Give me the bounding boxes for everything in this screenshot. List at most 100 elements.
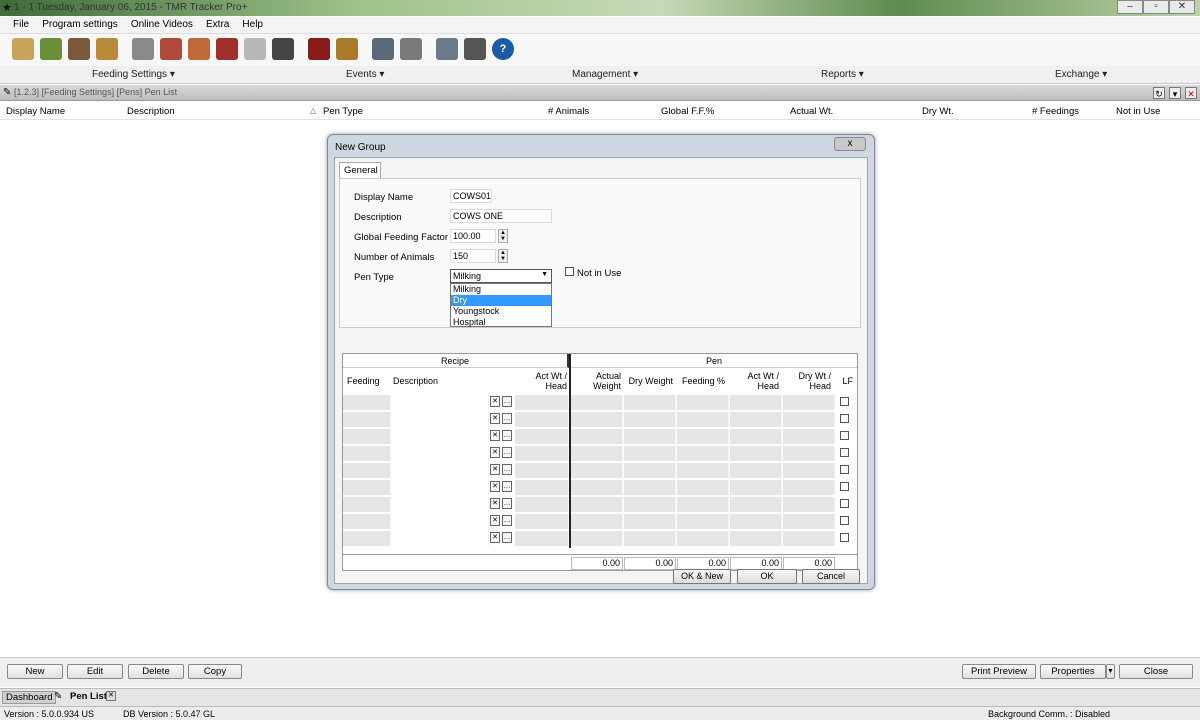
menu-program-settings[interactable]: Program settings <box>37 17 123 32</box>
help-icon[interactable]: ? <box>492 38 514 60</box>
col-dry-wt[interactable]: Dry Wt. <box>922 106 954 117</box>
description-cell[interactable] <box>391 395 489 410</box>
clear-icon[interactable]: ✕ <box>490 413 500 424</box>
browse-icon[interactable]: … <box>502 413 512 424</box>
settings-icon[interactable] <box>400 38 422 60</box>
col-pen-type[interactable]: Pen Type <box>323 106 363 117</box>
pen-type-select[interactable]: Milking ▼ <box>450 269 552 283</box>
lf-checkbox[interactable] <box>840 516 849 525</box>
col-actual-wt[interactable]: Actual Wt. <box>790 106 833 117</box>
browse-icon[interactable]: … <box>502 396 512 407</box>
ribbon-exchange[interactable]: Exchange ▾ <box>1055 69 1107 80</box>
clear-icon[interactable]: ✕ <box>490 532 500 543</box>
clear-icon[interactable]: ✕ <box>490 481 500 492</box>
clear-icon[interactable]: ✕ <box>490 430 500 441</box>
clear-icon[interactable]: ✕ <box>490 464 500 475</box>
milk-bottle-icon[interactable] <box>244 38 266 60</box>
refresh-icon[interactable]: ↻ <box>1153 87 1165 99</box>
lf-checkbox[interactable] <box>840 482 849 491</box>
lf-checkbox[interactable] <box>840 533 849 542</box>
description-cell[interactable] <box>391 497 489 512</box>
pin-window-icon[interactable]: ▾ <box>1169 87 1181 99</box>
feeding-cell[interactable] <box>343 531 391 546</box>
print-preview-button[interactable]: Print Preview <box>962 664 1036 679</box>
tab-dashboard[interactable]: Dashboard <box>2 691 57 704</box>
edit-button[interactable]: Edit <box>67 664 123 679</box>
tab-pen-list[interactable]: Pen List <box>70 691 107 702</box>
lf-checkbox[interactable] <box>840 414 849 423</box>
ribbon-reports[interactable]: Reports ▾ <box>821 69 864 80</box>
browse-icon[interactable]: … <box>502 464 512 475</box>
ribbon-feeding-settings[interactable]: Feeding Settings ▾ <box>92 69 175 80</box>
dialog-close-button[interactable]: x <box>834 137 866 151</box>
lf-checkbox[interactable] <box>840 431 849 440</box>
animals-field[interactable]: 150 <box>450 249 496 263</box>
option-youngstock[interactable]: Youngstock <box>451 306 551 317</box>
act-wt-head-col-header[interactable]: Act Wt / Head <box>527 369 569 393</box>
wagon-icon[interactable] <box>336 38 358 60</box>
feeding-cell[interactable] <box>343 514 391 529</box>
feed-ingredients-icon[interactable] <box>12 38 34 60</box>
lf-checkbox[interactable] <box>840 397 849 406</box>
mix-icon[interactable] <box>188 38 210 60</box>
copy-button[interactable]: Copy <box>188 664 242 679</box>
browse-icon[interactable]: … <box>502 515 512 526</box>
recipe-icon[interactable] <box>160 38 182 60</box>
close-button[interactable]: Close <box>1119 664 1193 679</box>
description-cell[interactable] <box>391 429 489 444</box>
description-col-header[interactable]: Description <box>391 369 451 393</box>
description-cell[interactable] <box>391 412 489 427</box>
maximize-button[interactable]: ▫ <box>1143 0 1169 14</box>
table-icon[interactable] <box>132 38 154 60</box>
feeding-cell[interactable] <box>343 412 391 427</box>
actual-weight-col-header[interactable]: Actual Weight <box>581 369 623 393</box>
not-in-use-checkbox[interactable] <box>565 267 574 276</box>
close-window-button[interactable]: ✕ <box>1169 0 1195 14</box>
properties-dropdown-icon[interactable]: ▼ <box>1106 664 1115 679</box>
ok-button[interactable]: OK <box>737 569 797 584</box>
option-hospital[interactable]: Hospital <box>451 317 551 328</box>
menu-help[interactable]: Help <box>237 17 268 32</box>
display-name-field[interactable]: COWS01 <box>450 189 492 203</box>
col-display-name[interactable]: Display Name <box>6 106 65 117</box>
gff-field[interactable]: 100.00 <box>450 229 496 243</box>
description-cell[interactable] <box>391 446 489 461</box>
description-cell[interactable] <box>391 463 489 478</box>
new-button[interactable]: New <box>7 664 63 679</box>
menu-extra[interactable]: Extra <box>201 17 234 32</box>
description-cell[interactable] <box>391 531 489 546</box>
dry-weight-col-header[interactable]: Dry Weight <box>623 369 675 393</box>
ribbon-events[interactable]: Events ▾ <box>346 69 384 80</box>
clear-icon[interactable]: ✕ <box>490 515 500 526</box>
browse-icon[interactable]: … <box>502 447 512 458</box>
menu-online-videos[interactable]: Online Videos <box>126 17 198 32</box>
close-document-icon[interactable]: ✕ <box>1185 87 1197 99</box>
feeding-cell[interactable] <box>343 463 391 478</box>
device-icon[interactable] <box>436 38 458 60</box>
col-animals[interactable]: # Animals <box>548 106 589 117</box>
dry-wt-head-col-header[interactable]: Dry Wt / Head <box>791 369 833 393</box>
minimize-button[interactable]: – <box>1117 0 1143 14</box>
browse-icon[interactable]: … <box>502 481 512 492</box>
pin-icon[interactable]: ✎ <box>3 87 11 98</box>
feeding-cell[interactable] <box>343 446 391 461</box>
gff-stepper[interactable]: ▲ ▼ <box>498 229 508 243</box>
hay-icon[interactable] <box>68 38 90 60</box>
option-dry[interactable]: Dry <box>451 295 551 306</box>
col-feedings[interactable]: # Feedings <box>1032 106 1079 117</box>
lf-col-header[interactable]: LF <box>837 369 855 393</box>
loader-icon[interactable] <box>216 38 238 60</box>
browse-icon[interactable]: … <box>502 532 512 543</box>
properties-button[interactable]: Properties <box>1040 664 1106 679</box>
lf-checkbox[interactable] <box>840 499 849 508</box>
clear-icon[interactable]: ✕ <box>490 498 500 509</box>
clear-icon[interactable]: ✕ <box>490 447 500 458</box>
pen-act-wt-head-col-header[interactable]: Act Wt / Head <box>741 369 781 393</box>
tab-general[interactable]: General <box>339 162 381 178</box>
feeding-col-header[interactable]: Feeding △ <box>345 369 385 406</box>
description-cell[interactable] <box>391 480 489 495</box>
col-description[interactable]: Description <box>127 106 175 117</box>
feeding-cell[interactable] <box>343 497 391 512</box>
animals-stepper[interactable]: ▲ ▼ <box>498 249 508 263</box>
browse-icon[interactable]: … <box>502 498 512 509</box>
